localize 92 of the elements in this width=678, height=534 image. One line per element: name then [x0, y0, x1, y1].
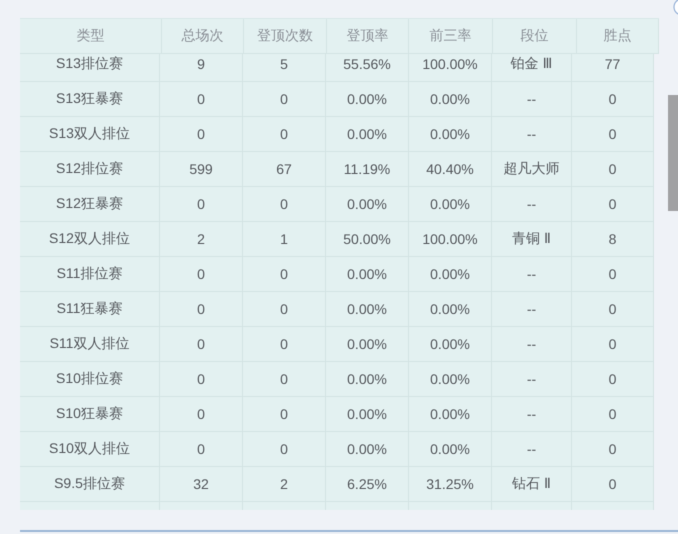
table-cell: 超凡大师 [492, 152, 572, 187]
table-cell: 0 [572, 187, 654, 222]
table-cell: 0 [243, 117, 326, 152]
table-cell: 0 [243, 362, 326, 397]
table-cell: 2 [160, 222, 243, 257]
table-cell: 599 [160, 152, 243, 187]
table-cell: S10双人排位 [20, 432, 160, 467]
table-cell: 0.00% [326, 432, 409, 467]
table-cell: 77 [572, 54, 654, 82]
table-cell: 0 [243, 257, 326, 292]
table-cell: 0 [160, 187, 243, 222]
table-cell: 50.00% [326, 222, 409, 257]
table-cell: 0 [572, 117, 654, 152]
table-cell: 0.00% [409, 432, 492, 467]
table-cell: 0 [572, 467, 654, 502]
table-cell: 0 [160, 257, 243, 292]
table-cell: 67 [243, 152, 326, 187]
table-cell: S11排位赛 [20, 257, 160, 292]
table-cell: 0 [160, 327, 243, 362]
table-cell: 8 [572, 222, 654, 257]
table-cell: 青铜 Ⅱ [492, 222, 572, 257]
table-cell: 0 [572, 82, 654, 117]
table-cell: 100.00% [409, 222, 492, 257]
table-cell: 0 [243, 327, 326, 362]
table-cell: 11.19% [326, 152, 409, 187]
table-cell: 0.00% [326, 82, 409, 117]
table-cell: 0.00% [409, 362, 492, 397]
table-cell: 0.00% [326, 327, 409, 362]
table-cell: 100.00% [409, 54, 492, 82]
table-cell: 0.00% [409, 117, 492, 152]
table-cell: -- [492, 117, 572, 152]
table-cell: 0 [572, 327, 654, 362]
table-cell: 0.00% [326, 292, 409, 327]
table-cell: 0 [243, 292, 326, 327]
table-cell: 0 [572, 432, 654, 467]
table-cell: -- [492, 257, 572, 292]
table-cell: 0 [572, 397, 654, 432]
table-cell: 0.00% [409, 327, 492, 362]
table-cell: 0 [572, 292, 654, 327]
table-cell: 0.00% [326, 362, 409, 397]
table-cell: -- [492, 327, 572, 362]
table-cell: S12双人排位 [20, 222, 160, 257]
table-cell: 5 [243, 54, 326, 82]
table-cell: S11狂暴赛 [20, 292, 160, 327]
table-cell: S9.5排位赛 [20, 467, 160, 502]
table-cell: 0 [572, 152, 654, 187]
table-cell: 0 [243, 432, 326, 467]
table-cell: 40.40% [409, 152, 492, 187]
table-cell: 0 [243, 397, 326, 432]
table-cell: S12排位赛 [20, 152, 160, 187]
table-cell: S13狂暴赛 [20, 82, 160, 117]
table-cell: 1 [243, 222, 326, 257]
table-cell: 0.00% [409, 292, 492, 327]
table-cell: -- [492, 82, 572, 117]
table-cell: 0 [160, 432, 243, 467]
table-cell: 0 [243, 187, 326, 222]
table-cell: -- [492, 397, 572, 432]
table-cell: 0.00% [409, 82, 492, 117]
table-cell: 32 [160, 467, 243, 502]
table-cell: 钻石 Ⅱ [492, 467, 572, 502]
table-cell: 0 [160, 292, 243, 327]
table-cell: 0.00% [326, 187, 409, 222]
table-cell: 铂金 Ⅲ [492, 54, 572, 82]
table-cell: 0.00% [409, 257, 492, 292]
scrollbar-thumb[interactable] [668, 95, 678, 211]
table-cell: 0.00% [326, 117, 409, 152]
table-cell: 0.00% [409, 397, 492, 432]
table-cell: -- [492, 292, 572, 327]
table-cell: 0.00% [326, 257, 409, 292]
table-cell: 31.25% [409, 467, 492, 502]
table-cell: 0 [160, 397, 243, 432]
table-cell: 0 [243, 82, 326, 117]
table-cell: -- [492, 187, 572, 222]
table-cell: S13双人排位 [20, 117, 160, 152]
table-cell: S11双人排位 [20, 327, 160, 362]
table-cell: 55.56% [326, 54, 409, 82]
table-cell: 0 [160, 82, 243, 117]
table-cell: S13排位赛 [20, 54, 160, 82]
table-cell: 6.25% [326, 467, 409, 502]
table-cell: 0.00% [409, 187, 492, 222]
table-cell: -- [492, 362, 572, 397]
table-cell: 0 [160, 362, 243, 397]
table-cell: 0.00% [326, 397, 409, 432]
table-cell: 0 [160, 117, 243, 152]
table-cell: 9 [160, 54, 243, 82]
table-cell: 0 [572, 362, 654, 397]
table-cell: 0 [572, 257, 654, 292]
table-cell: S12狂暴赛 [20, 187, 160, 222]
table-cell: S10狂暴赛 [20, 397, 160, 432]
table-cell: 2 [243, 467, 326, 502]
table-cell: S10排位赛 [20, 362, 160, 397]
table-cell: -- [492, 432, 572, 467]
